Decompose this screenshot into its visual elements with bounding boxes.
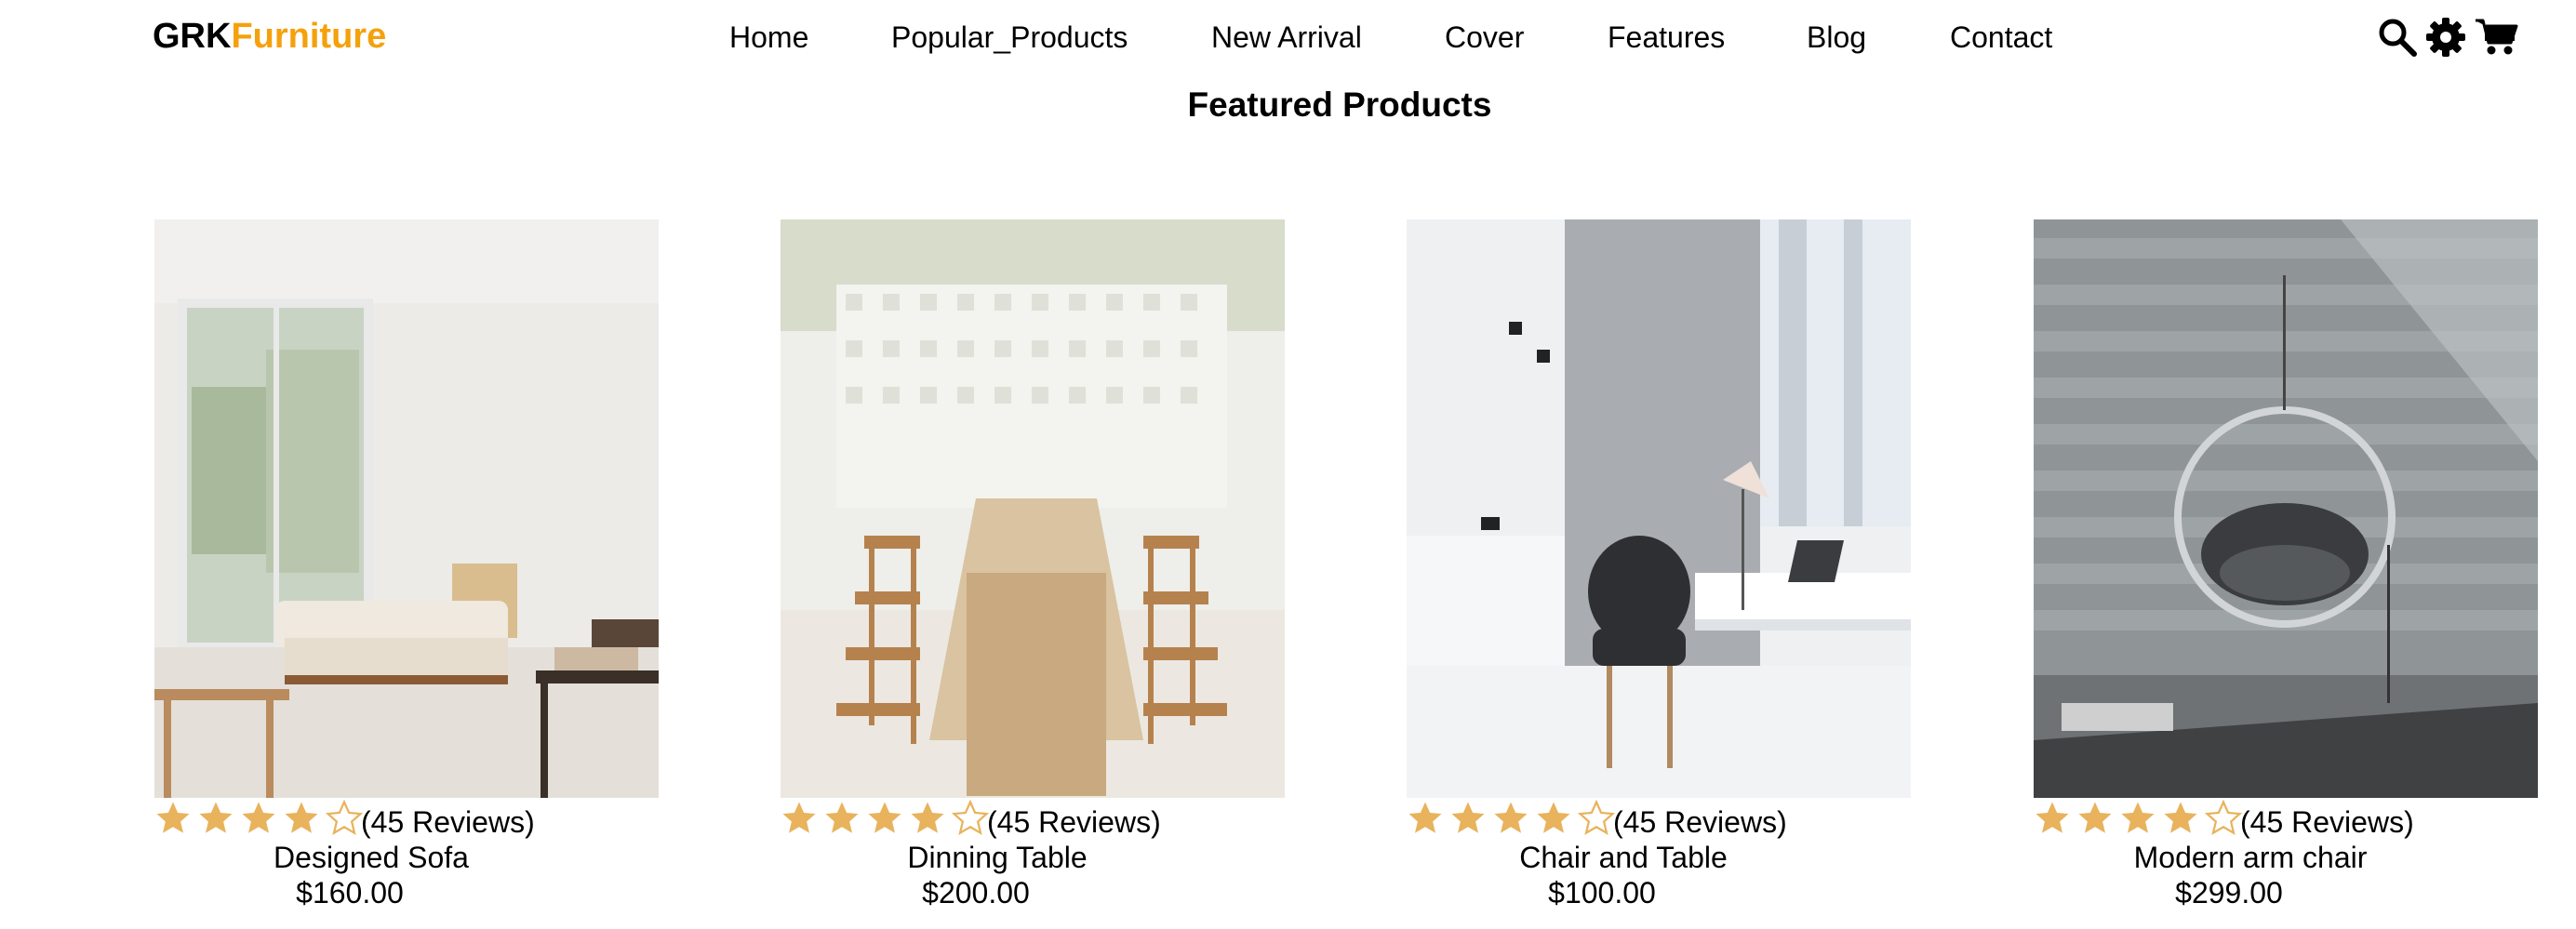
star-empty-icon (952, 800, 989, 836)
nav-cover[interactable]: Cover (1445, 20, 1524, 55)
star-filled-icon (199, 802, 233, 833)
review-count[interactable]: (45 Reviews) (2240, 805, 2414, 840)
product-name[interactable]: Chair and Table (1407, 841, 1840, 875)
product-price: $160.00 (296, 876, 404, 909)
product-price: $100.00 (1548, 876, 1656, 909)
product-price: $200.00 (922, 876, 1030, 909)
rating-stars (2034, 800, 2248, 837)
star-filled-icon (242, 802, 275, 833)
rating-stars (1407, 800, 1621, 837)
product-image-arm-chair[interactable] (2034, 219, 2538, 798)
nav-home[interactable]: Home (729, 20, 808, 55)
product-price: $299.00 (2175, 876, 2283, 909)
nav-popular-products[interactable]: Popular_Products (891, 20, 1128, 55)
main-nav: Home Popular_Products New Arrival Cover … (0, 20, 2576, 58)
star-filled-icon (2164, 802, 2197, 833)
product-image-sofa[interactable] (154, 219, 659, 798)
star-empty-icon (326, 800, 363, 836)
star-filled-icon (156, 802, 190, 833)
review-count[interactable]: (45 Reviews) (1613, 805, 1787, 840)
product-image-chair-table[interactable] (1407, 219, 1911, 798)
review-count[interactable]: (45 Reviews) (987, 805, 1161, 840)
product-name[interactable]: Designed Sofa (154, 841, 588, 875)
nav-new-arrival[interactable]: New Arrival (1211, 20, 1362, 55)
star-filled-icon (911, 802, 944, 833)
star-filled-icon (825, 802, 859, 833)
product-name[interactable]: Modern arm chair (2034, 841, 2467, 875)
section-title: Featured Products (1187, 86, 1492, 124)
rating-stars (154, 800, 368, 837)
product-image-dining-table[interactable] (781, 219, 1285, 798)
star-filled-icon (782, 802, 816, 833)
star-filled-icon (1408, 802, 1442, 833)
nav-features[interactable]: Features (1608, 20, 1725, 55)
review-count[interactable]: (45 Reviews) (361, 805, 535, 840)
product-name[interactable]: Dinning Table (781, 841, 1214, 875)
rating-stars (781, 800, 994, 837)
star-filled-icon (1451, 802, 1485, 833)
star-filled-icon (285, 802, 318, 833)
gear-icon[interactable] (2425, 17, 2466, 62)
search-icon[interactable] (2377, 17, 2418, 62)
star-filled-icon (868, 802, 901, 833)
star-filled-icon (1494, 802, 1528, 833)
star-empty-icon (2205, 800, 2242, 836)
star-filled-icon (2035, 802, 2069, 833)
star-empty-icon (1578, 800, 1615, 836)
nav-contact[interactable]: Contact (1950, 20, 2052, 55)
cart-icon[interactable] (2474, 15, 2518, 62)
nav-blog[interactable]: Blog (1807, 20, 1866, 55)
star-filled-icon (1537, 802, 1570, 833)
star-filled-icon (2121, 802, 2155, 833)
star-filled-icon (2078, 802, 2112, 833)
